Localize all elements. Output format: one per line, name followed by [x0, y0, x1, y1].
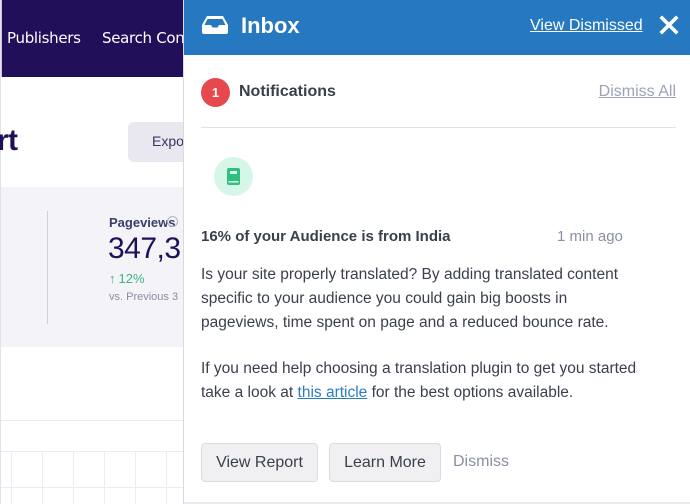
inbox-header: Inbox View Dismissed: [184, 0, 690, 55]
background-report-page: Publishers Search Cons ort Expo Pageview…: [0, 0, 198, 504]
stats-divider: [47, 211, 48, 324]
book-icon: [227, 168, 240, 185]
grid-line: [135, 452, 136, 504]
paragraph-text: for the best options available.: [367, 384, 574, 401]
notification-time: 1 min ago: [557, 228, 623, 245]
grid-line: [1, 451, 184, 452]
notification-title: 16% of your Audience is from India: [201, 228, 451, 245]
nav-item-publishers[interactable]: Publishers: [7, 29, 81, 47]
grid-line: [104, 452, 105, 504]
page-title-text: ort: [0, 124, 18, 157]
pageviews-change-value: 12%: [118, 271, 145, 286]
article-link[interactable]: this article: [298, 384, 368, 401]
notification-icon-badge: [214, 157, 253, 196]
inbox-panel: Inbox View Dismissed 1 Notifications Dis…: [183, 0, 690, 504]
pageviews-change: ↑ 12%: [109, 271, 145, 286]
notification-count-badge: 1: [201, 78, 230, 107]
pageviews-value: 347,3: [108, 232, 181, 265]
pageviews-label: Pageviews: [109, 215, 176, 230]
screen: Publishers Search Cons ort Expo Pageview…: [0, 0, 690, 504]
learn-more-button[interactable]: Learn More: [329, 443, 441, 482]
inbox-tray-icon: [202, 16, 228, 34]
inbox-title: Inbox: [241, 13, 300, 38]
grid-line: [166, 452, 167, 504]
grid-line: [42, 452, 43, 504]
view-dismissed-link[interactable]: View Dismissed: [530, 17, 643, 35]
top-navigation: Publishers Search Cons: [1, 0, 192, 77]
divider: [201, 127, 676, 128]
dismiss-button[interactable]: Dismiss: [453, 453, 509, 471]
grid-line: [73, 452, 74, 504]
pageviews-compare: vs. Previous 3: [109, 291, 179, 303]
stats-overview: Pageviews 347,3 ↑ 12% vs. Previous 3: [1, 187, 184, 347]
notifications-header: 1 Notifications Dismiss All: [201, 78, 676, 108]
close-icon[interactable]: [659, 15, 679, 35]
notification-body: Is your site properly translated? By add…: [201, 263, 641, 427]
dismiss-all-link[interactable]: Dismiss All: [599, 83, 676, 101]
notification-paragraph: Is your site properly translated? By add…: [201, 266, 619, 331]
info-icon[interactable]: [167, 216, 178, 227]
notification-paragraph: If you need help choosing a translation …: [201, 357, 641, 405]
grid-line: [1, 487, 184, 488]
notifications-heading: Notifications: [239, 83, 336, 100]
arrow-up-icon: ↑: [109, 271, 116, 286]
view-report-button[interactable]: View Report: [201, 443, 318, 482]
grid-line: [11, 452, 12, 504]
background-table-grid: [1, 420, 184, 504]
nav-item-search-console[interactable]: Search Cons: [102, 29, 192, 47]
